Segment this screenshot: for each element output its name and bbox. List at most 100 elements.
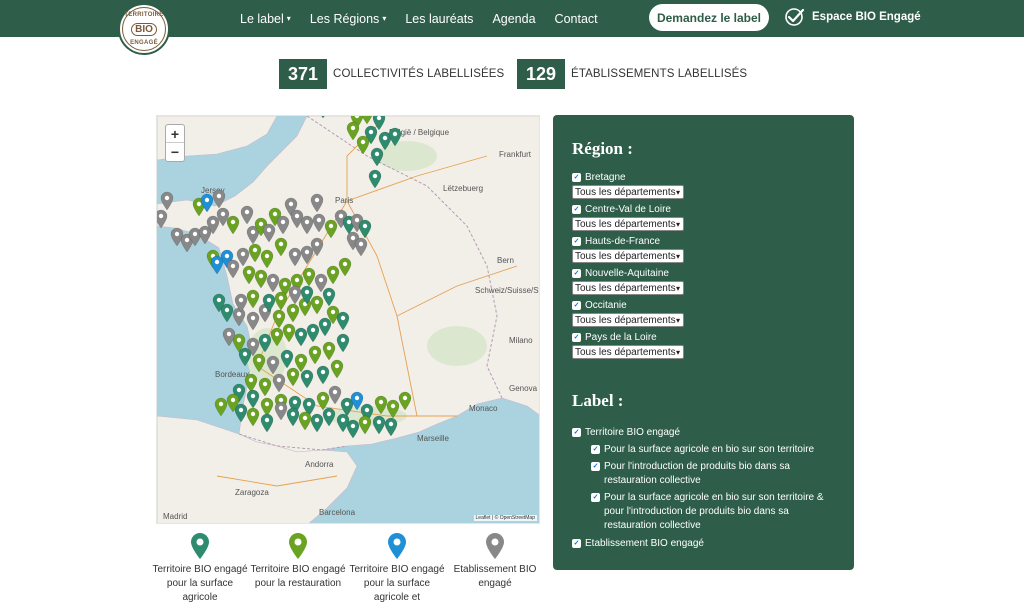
map-pin-icon[interactable] — [398, 391, 412, 411]
checkbox-checked-icon[interactable]: ✓ — [572, 269, 581, 278]
checkbox-checked-icon[interactable]: ✓ — [591, 462, 600, 471]
map-pin-icon[interactable] — [232, 307, 246, 327]
map-pin-icon[interactable] — [336, 333, 350, 353]
map-pin-icon[interactable] — [286, 407, 300, 427]
nav-contact[interactable]: Contact — [555, 12, 598, 26]
map-pin-icon[interactable] — [272, 373, 286, 393]
nav-les-regions[interactable]: Les Régions ▾ — [310, 12, 387, 26]
map-pin-icon[interactable] — [274, 237, 288, 257]
map-pin-icon[interactable] — [346, 121, 360, 141]
map-pin-icon[interactable] — [240, 205, 254, 225]
map-pin-icon[interactable] — [310, 295, 324, 315]
region-checkbox-bretagne[interactable]: ✓ Bretagne — [572, 171, 626, 185]
region-checkbox-occitanie[interactable]: ✓ Occitanie — [572, 299, 627, 313]
map-pin-icon[interactable] — [286, 367, 300, 387]
map-pin-icon[interactable] — [318, 317, 332, 337]
map-pin-icon[interactable] — [288, 285, 302, 305]
map-pin-icon[interactable] — [244, 373, 258, 393]
label-checkbox-surface[interactable]: ✓ Pour la surface agricole en bio sur so… — [591, 443, 846, 457]
map-pin-icon[interactable] — [272, 309, 286, 329]
map-pin-icon[interactable] — [346, 419, 360, 439]
map-pin-icon[interactable] — [170, 227, 184, 247]
map-pin-icon[interactable] — [322, 407, 336, 427]
map-pin-icon[interactable] — [302, 267, 316, 287]
map-pin-icon[interactable] — [322, 287, 336, 307]
site-logo[interactable]: TERRITOIRE BIO ENGAGÉ — [118, 3, 170, 55]
checkbox-checked-icon[interactable]: ✓ — [591, 493, 600, 502]
map-pin-icon[interactable] — [322, 341, 336, 361]
map-pin-icon[interactable] — [252, 353, 266, 373]
map-pin-icon[interactable] — [242, 265, 256, 285]
map-pin-icon[interactable] — [317, 116, 329, 119]
map-pin-icon[interactable] — [236, 247, 250, 267]
map-pin-icon[interactable] — [258, 333, 272, 353]
espace-bio-engage-link[interactable]: Espace BIO Engagé — [784, 6, 921, 28]
map-attribution[interactable]: Leaflet | © OpenStreetMap — [473, 515, 537, 521]
map-pin-icon[interactable] — [336, 413, 350, 433]
region-checkbox-pays-de-la-loire[interactable]: ✓ Pays de la Loire — [572, 331, 657, 345]
region-checkbox-centre-val-de-loire[interactable]: ✓ Centre-Val de Loire — [572, 203, 671, 217]
map-pin-icon[interactable] — [248, 243, 262, 263]
map-pin-icon[interactable] — [300, 245, 314, 265]
departement-select-pays-de-la-loire[interactable]: Tous les départements ▾ — [572, 345, 684, 359]
map-pin-icon[interactable] — [338, 257, 352, 277]
map-pin-icon[interactable] — [288, 247, 302, 267]
label-checkbox-restauration[interactable]: ✓ Pour l'introduction de produits bio da… — [591, 460, 836, 488]
map-pin-icon[interactable] — [310, 413, 324, 433]
map-pin-icon[interactable] — [330, 359, 344, 379]
map-pin-icon[interactable] — [270, 327, 284, 347]
labels-map[interactable]: België / Belgique Lëtzebuerg Frankfurt P… — [156, 115, 540, 524]
map-pin-icon[interactable] — [210, 255, 224, 275]
map-pin-icon[interactable] — [238, 347, 252, 367]
map-pin-icon[interactable] — [361, 116, 373, 125]
map-pin-icon[interactable] — [226, 215, 240, 235]
map-pin-icon[interactable] — [356, 135, 370, 155]
map-pin-icon[interactable] — [274, 401, 288, 421]
map-pin-icon[interactable] — [266, 273, 280, 293]
map-pin-icon[interactable] — [308, 345, 322, 365]
map-pin-icon[interactable] — [280, 349, 294, 369]
map-pin-icon[interactable] — [358, 219, 372, 239]
map-markers[interactable] — [157, 116, 540, 524]
map-pin-icon[interactable] — [260, 413, 274, 433]
map-pin-icon[interactable] — [254, 269, 268, 289]
departement-select-nouvelle-aquitaine[interactable]: Tous les départements ▾ — [572, 281, 684, 295]
map-pin-icon[interactable] — [372, 415, 386, 435]
map-pin-icon[interactable] — [354, 237, 368, 257]
label-checkbox-both[interactable]: ✓ Pour la surface agricole en bio sur so… — [591, 491, 841, 533]
map-pin-icon[interactable] — [290, 209, 304, 229]
map-pin-icon[interactable] — [388, 127, 402, 147]
map-pin-icon[interactable] — [300, 369, 314, 389]
map-pin-icon[interactable] — [282, 323, 296, 343]
map-pin-icon[interactable] — [266, 355, 280, 375]
map-pin-icon[interactable] — [274, 291, 288, 311]
map-pin-icon[interactable] — [368, 169, 382, 189]
departement-select-occitanie[interactable]: Tous les départements ▾ — [572, 313, 684, 327]
map-pin-icon[interactable] — [276, 215, 290, 235]
map-pin-icon[interactable] — [316, 391, 330, 411]
map-pin-icon[interactable] — [340, 397, 354, 417]
map-pin-icon[interactable] — [336, 311, 350, 331]
map-pin-icon[interactable] — [246, 407, 260, 427]
checkbox-checked-icon[interactable]: ✓ — [572, 173, 581, 182]
map-pin-icon[interactable] — [328, 385, 342, 405]
map-pin-icon[interactable] — [246, 289, 260, 309]
zoom-in-button[interactable]: + — [166, 125, 184, 143]
map-pin-icon[interactable] — [316, 365, 330, 385]
map-pin-icon[interactable] — [312, 213, 326, 233]
map-pin-icon[interactable] — [258, 377, 272, 397]
map-pin-icon[interactable] — [384, 417, 398, 437]
map-pin-icon[interactable] — [212, 189, 226, 209]
map-pin-icon[interactable] — [226, 259, 240, 279]
checkbox-checked-icon[interactable]: ✓ — [572, 428, 581, 437]
map-pin-icon[interactable] — [310, 193, 324, 213]
map-pin-icon[interactable] — [300, 215, 314, 235]
map-pin-icon[interactable] — [374, 395, 388, 415]
map-pin-icon[interactable] — [157, 209, 168, 229]
zoom-out-button[interactable]: − — [166, 143, 184, 161]
nav-agenda[interactable]: Agenda — [492, 12, 535, 26]
demandez-le-label-button[interactable]: Demandez le label — [649, 4, 769, 31]
checkbox-checked-icon[interactable]: ✓ — [572, 205, 581, 214]
map-pin-icon[interactable] — [386, 399, 400, 419]
map-pin-icon[interactable] — [370, 147, 384, 167]
